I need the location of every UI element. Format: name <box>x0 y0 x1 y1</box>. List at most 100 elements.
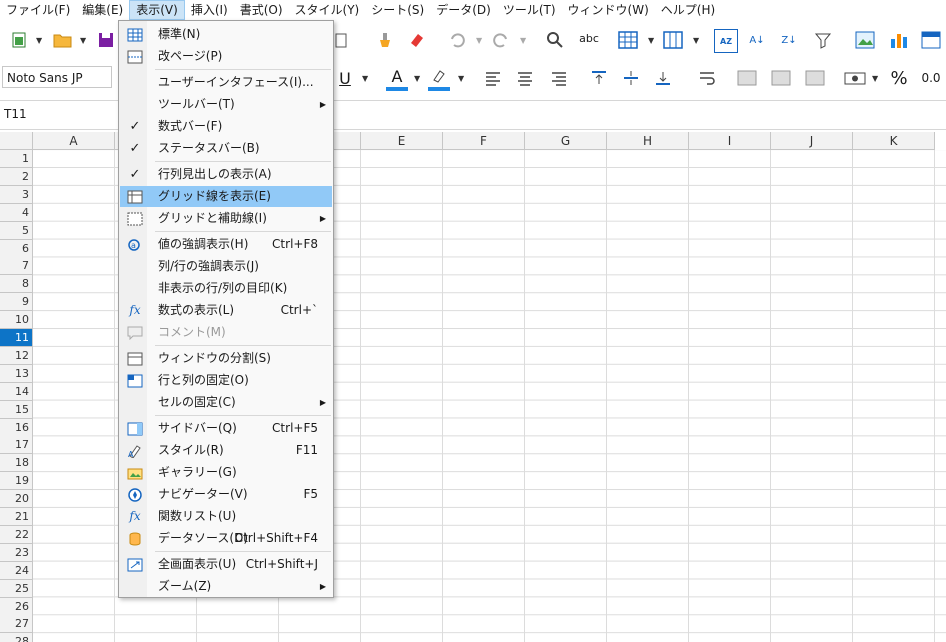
merge-center-icon[interactable] <box>770 67 792 89</box>
row-header[interactable]: 11 <box>0 329 33 347</box>
row-header[interactable]: 20 <box>0 490 33 509</box>
row-header[interactable]: 19 <box>0 472 33 491</box>
chevron-down-icon[interactable]: ▼ <box>648 36 654 45</box>
row-header[interactable]: 26 <box>0 597 33 616</box>
view-menu-item[interactable]: 全画面表示(U) Ctrl+Shift+J <box>120 554 332 575</box>
row-header[interactable]: 10 <box>0 311 33 330</box>
menu-window[interactable]: ウィンドウ(W) <box>562 0 655 20</box>
menu-file[interactable]: ファイル(F) <box>0 0 76 20</box>
view-menu-item[interactable]: セルの固定(C) ▶ <box>120 392 332 413</box>
view-menu-item[interactable]: 非表示の行/列の目印(K) <box>120 278 332 299</box>
row-header[interactable]: 15 <box>0 400 33 419</box>
column-header[interactable]: H <box>607 132 689 150</box>
underline-icon[interactable]: U <box>334 67 356 89</box>
view-menu-item[interactable]: コメント(M) <box>120 322 332 343</box>
pivot-table-icon[interactable] <box>920 29 942 51</box>
number-format-icon[interactable]: 0.0 <box>920 67 942 89</box>
sort-ascending-icon[interactable]: A ↓ <box>746 29 768 51</box>
view-menu-item[interactable]: ウィンドウの分割(S) <box>120 348 332 369</box>
align-left-icon[interactable] <box>482 67 504 89</box>
column-header[interactable]: J <box>771 132 853 150</box>
column-header[interactable]: I <box>689 132 771 150</box>
menu-data[interactable]: データ(D) <box>430 0 497 20</box>
open-folder-icon[interactable] <box>52 29 74 51</box>
currency-format-icon[interactable] <box>844 67 866 89</box>
view-menu-item[interactable]: ギャラリー(G) <box>120 462 332 483</box>
merge-cells-icon[interactable] <box>736 67 758 89</box>
row-header[interactable]: 21 <box>0 508 33 526</box>
row-header[interactable]: 28 <box>0 633 33 642</box>
menu-view[interactable]: 表示(V) <box>129 0 185 20</box>
menu-styles[interactable]: スタイル(Y) <box>289 0 366 20</box>
column-header[interactable]: F <box>443 132 525 150</box>
view-menu-item[interactable]: ユーザーインタフェース(I)... <box>120 72 332 93</box>
row-header[interactable]: 17 <box>0 436 33 455</box>
menu-format[interactable]: 書式(O) <box>234 0 289 20</box>
chevron-down-icon[interactable]: ▼ <box>362 74 368 83</box>
view-menu-item[interactable]: ✓ 行列見出しの表示(A) <box>120 164 332 185</box>
undo-icon[interactable] <box>446 29 468 51</box>
chevron-down-icon[interactable]: ▼ <box>872 74 878 83</box>
menu-sheet[interactable]: シート(S) <box>365 0 430 20</box>
row-header[interactable]: 3 <box>0 185 33 204</box>
row-header[interactable]: 27 <box>0 615 33 634</box>
percent-format-icon[interactable]: % <box>888 67 910 89</box>
view-menu-item[interactable]: ✓ 数式バー(F) <box>120 116 332 137</box>
view-menu-item[interactable]: A スタイル(R) F11 <box>120 440 332 461</box>
view-menu-item[interactable]: fx 数式の表示(L) Ctrl+` <box>120 300 332 321</box>
clone-format-icon[interactable] <box>374 29 396 51</box>
menu-help[interactable]: ヘルプ(H) <box>655 0 721 20</box>
column-header[interactable]: K <box>853 132 935 150</box>
view-menu-item[interactable]: ナビゲーター(V) F5 <box>120 484 332 505</box>
column-header[interactable]: G <box>525 132 607 150</box>
row-header[interactable]: 25 <box>0 579 33 598</box>
align-middle-icon[interactable] <box>620 67 642 89</box>
font-name-box[interactable]: Noto Sans JP <box>2 66 112 88</box>
chevron-down-icon[interactable]: ▼ <box>520 36 526 45</box>
image-icon[interactable] <box>854 29 876 51</box>
sort-descending-icon[interactable]: Z ↓ <box>778 29 800 51</box>
row-header[interactable]: 22 <box>0 525 33 544</box>
row-header[interactable]: 12 <box>0 346 33 365</box>
view-menu-item[interactable]: ツールバー(T) ▶ <box>120 94 332 115</box>
view-menu-item[interactable]: ズーム(Z) ▶ <box>120 576 332 597</box>
row-header[interactable]: 18 <box>0 454 33 473</box>
row-header[interactable]: 2 <box>0 167 33 186</box>
select-all-corner[interactable] <box>0 132 33 150</box>
new-document-icon[interactable] <box>8 29 30 51</box>
chevron-down-icon[interactable]: ▼ <box>476 36 482 45</box>
sort-icon[interactable]: AZ <box>714 29 738 53</box>
view-menu-item[interactable]: グリッド線を表示(E) <box>120 186 332 207</box>
find-replace-icon[interactable] <box>544 29 566 51</box>
wrap-text-icon[interactable] <box>696 67 718 89</box>
chart-icon[interactable] <box>888 29 910 51</box>
unmerge-cells-icon[interactable] <box>804 67 826 89</box>
view-menu-item[interactable]: 標準(N) <box>120 24 332 45</box>
row-header[interactable]: 1 <box>0 150 33 168</box>
chevron-down-icon[interactable]: ▼ <box>36 36 42 45</box>
view-menu-item[interactable]: 列/行の強調表示(J) <box>120 256 332 277</box>
view-menu-item[interactable]: 改ページ(P) <box>120 46 332 67</box>
row-header[interactable]: 5 <box>0 221 33 240</box>
name-box[interactable]: T11 <box>4 107 27 121</box>
row-header[interactable]: 24 <box>0 561 33 580</box>
highlight-color-icon[interactable] <box>428 65 450 91</box>
align-center-icon[interactable] <box>514 67 536 89</box>
view-menu-item[interactable]: 行と列の固定(O) <box>120 370 332 391</box>
spellcheck-icon[interactable]: abc <box>578 27 600 49</box>
column-header[interactable]: E <box>361 132 443 150</box>
row-header[interactable]: 23 <box>0 543 33 562</box>
autofilter-icon[interactable] <box>812 29 834 51</box>
redo-icon[interactable] <box>490 29 512 51</box>
font-color-icon[interactable]: A <box>386 65 408 91</box>
row-header[interactable]: 8 <box>0 275 33 294</box>
align-bottom-icon[interactable] <box>652 67 674 89</box>
chevron-down-icon[interactable]: ▼ <box>80 36 86 45</box>
view-menu-item[interactable]: ✓ ステータスバー(B) <box>120 138 332 159</box>
view-menu-item[interactable]: サイドバー(Q) Ctrl+F5 <box>120 418 332 439</box>
chevron-down-icon[interactable]: ▼ <box>458 74 464 83</box>
row-header[interactable]: 16 <box>0 418 33 437</box>
row-header[interactable]: 7 <box>0 257 33 276</box>
row-header[interactable]: 9 <box>0 293 33 312</box>
clear-format-icon[interactable] <box>406 29 428 51</box>
